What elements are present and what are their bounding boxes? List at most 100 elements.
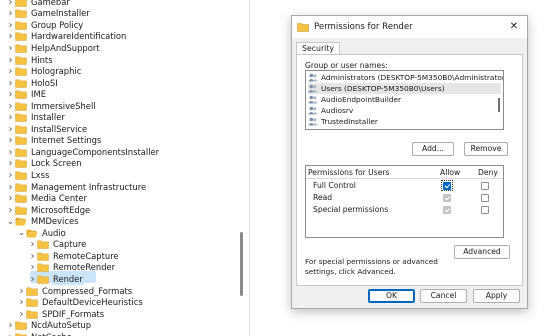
- tree-item[interactable]: › HoloSI: [6, 77, 59, 89]
- chevron-right-icon[interactable]: ›: [6, 147, 15, 158]
- folder-icon: [15, 183, 27, 192]
- tree-item-label: NcdAutoSetup: [31, 320, 92, 331]
- chevron-right-icon[interactable]: ›: [6, 332, 15, 336]
- tree-item-label: Render: [52, 273, 84, 285]
- chevron-down-icon[interactable]: ⌄: [17, 228, 26, 239]
- chevron-right-icon[interactable]: ›: [17, 297, 26, 308]
- folder-icon: [26, 298, 38, 307]
- add-button[interactable]: Add...: [412, 142, 454, 156]
- chevron-right-icon[interactable]: ›: [6, 43, 15, 54]
- tree-item[interactable]: › IME: [6, 89, 47, 101]
- user-name: Administrators (DESKTOP-5M350B0\Administ…: [321, 72, 504, 82]
- apply-button[interactable]: Apply: [473, 289, 520, 303]
- list-item[interactable]: Administrators (DESKTOP-5M350B0\Administ…: [308, 72, 504, 83]
- tree-item[interactable]: › RemoteRender: [28, 262, 116, 274]
- close-icon[interactable]: ✕: [507, 20, 521, 34]
- tree-item[interactable]: › Lxss: [6, 170, 50, 182]
- tree-item[interactable]: › NcdAutoSetup: [6, 320, 92, 332]
- folder-icon: [15, 194, 27, 203]
- chevron-right-icon[interactable]: ›: [6, 135, 15, 146]
- advanced-hint-text: For special permissions or advanced sett…: [305, 257, 438, 276]
- folder-icon: [15, 9, 27, 19]
- remove-button[interactable]: Remove: [464, 142, 508, 156]
- tree-item[interactable]: › RemoteCapture: [28, 251, 120, 263]
- chevron-right-icon[interactable]: ›: [6, 320, 15, 331]
- folder-icon: [26, 287, 38, 296]
- tree-item-label: SPDIF_Formats: [42, 308, 105, 319]
- user-name: Users (DESKTOP-5M350B0\Users): [321, 83, 445, 93]
- chevron-right-icon[interactable]: ›: [6, 193, 15, 204]
- tree-item[interactable]: › ImmersiveShell: [6, 100, 97, 112]
- tree-item[interactable]: › Group Policy: [6, 20, 84, 32]
- ok-button[interactable]: OK: [368, 289, 415, 303]
- chevron-right-icon[interactable]: ›: [6, 89, 15, 100]
- chevron-right-icon[interactable]: ›: [6, 112, 15, 123]
- tree-item[interactable]: › Management Infrastructure: [6, 181, 147, 193]
- tree-item[interactable]: › Holographic: [6, 66, 82, 78]
- tree-item[interactable]: › GameInstaller: [6, 8, 91, 20]
- tree-item[interactable]: › Internet Settings: [6, 135, 102, 147]
- list-item[interactable]: AudioEndpointBuilder: [308, 94, 501, 105]
- permissions-table: Permissions for Users Allow Deny Full Co…: [305, 165, 504, 238]
- read-deny-checkbox[interactable]: [481, 194, 489, 202]
- advanced-button[interactable]: Advanced: [454, 245, 510, 259]
- chevron-right-icon[interactable]: ›: [28, 251, 37, 262]
- list-item[interactable]: Audiosrv: [308, 105, 501, 116]
- tree-item-label: Holographic: [31, 66, 82, 77]
- tree-item[interactable]: ⌄ MMDevices: [6, 216, 79, 228]
- tree-scrollbar[interactable]: [240, 232, 243, 296]
- list-item[interactable]: TrustedInstaller: [308, 116, 501, 127]
- tree-item[interactable]: › InstallService: [6, 124, 88, 136]
- tree-item[interactable]: › Media Center: [6, 193, 88, 205]
- tree-item[interactable]: › HardwareIdentification: [6, 31, 127, 43]
- tree-item[interactable]: › Render: [28, 273, 84, 286]
- folder-icon: [15, 321, 27, 330]
- chevron-right-icon[interactable]: ›: [6, 20, 15, 31]
- chevron-right-icon[interactable]: ›: [6, 205, 15, 216]
- tree-item-label: MMDevices: [31, 216, 79, 227]
- chevron-right-icon[interactable]: ›: [6, 101, 15, 112]
- tree-item[interactable]: › Gamebar: [6, 0, 71, 8]
- tree-item[interactable]: › SPDIF_Formats: [17, 308, 105, 320]
- chevron-right-icon[interactable]: ›: [6, 170, 15, 181]
- chevron-right-icon[interactable]: ›: [6, 31, 15, 42]
- tree-item[interactable]: › LanguageComponentsInstaller: [6, 147, 160, 159]
- chevron-right-icon[interactable]: ›: [6, 124, 15, 135]
- tree-item[interactable]: › Hints: [6, 54, 54, 66]
- chevron-right-icon[interactable]: ›: [6, 78, 15, 89]
- tree-item[interactable]: › Compressed_Formats: [17, 285, 133, 297]
- chevron-right-icon[interactable]: ›: [28, 262, 37, 273]
- tree-item[interactable]: › HelpAndSupport: [6, 43, 101, 55]
- folder-icon: [15, 56, 27, 65]
- chevron-right-icon[interactable]: ›: [17, 309, 26, 320]
- tree-item[interactable]: ⌄ Audio: [17, 228, 67, 240]
- tree-item-label: Installer: [31, 112, 65, 123]
- users-listbox[interactable]: Administrators (DESKTOP-5M350B0\Administ…: [305, 70, 504, 130]
- folder-icon: [297, 22, 309, 32]
- tree-item[interactable]: › Installer: [6, 112, 66, 124]
- folder-icon: [15, 0, 27, 7]
- tree-item[interactable]: › Lock Screen: [6, 158, 83, 170]
- cancel-button[interactable]: Cancel: [420, 289, 467, 303]
- special-deny-checkbox[interactable]: [481, 206, 489, 214]
- chevron-right-icon[interactable]: ›: [6, 0, 15, 8]
- tree-item[interactable]: › MicrosoftEdge: [6, 204, 91, 216]
- chevron-right-icon[interactable]: ›: [6, 182, 15, 193]
- tree-item[interactable]: › NetCache: [6, 331, 73, 336]
- chevron-right-icon[interactable]: ›: [28, 274, 37, 285]
- chevron-down-icon[interactable]: ⌄: [6, 216, 15, 227]
- dialog-titlebar[interactable]: Permissions for Render ✕: [292, 16, 527, 38]
- chevron-right-icon[interactable]: ›: [28, 239, 37, 250]
- chevron-right-icon[interactable]: ›: [17, 286, 26, 297]
- chevron-right-icon[interactable]: ›: [6, 8, 15, 19]
- full-control-allow-checkbox[interactable]: [443, 182, 451, 190]
- chevron-right-icon[interactable]: ›: [6, 55, 15, 66]
- tree-item[interactable]: › DefaultDeviceHeuristics: [17, 297, 144, 309]
- list-item[interactable]: Users (DESKTOP-5M350B0\Users): [308, 83, 501, 94]
- folder-icon: [15, 32, 27, 42]
- chevron-right-icon[interactable]: ›: [6, 158, 15, 169]
- tree-item[interactable]: › Capture: [28, 239, 87, 251]
- users-list-scrollbar[interactable]: [498, 98, 500, 112]
- full-control-deny-checkbox[interactable]: [481, 182, 489, 190]
- chevron-right-icon[interactable]: ›: [6, 66, 15, 77]
